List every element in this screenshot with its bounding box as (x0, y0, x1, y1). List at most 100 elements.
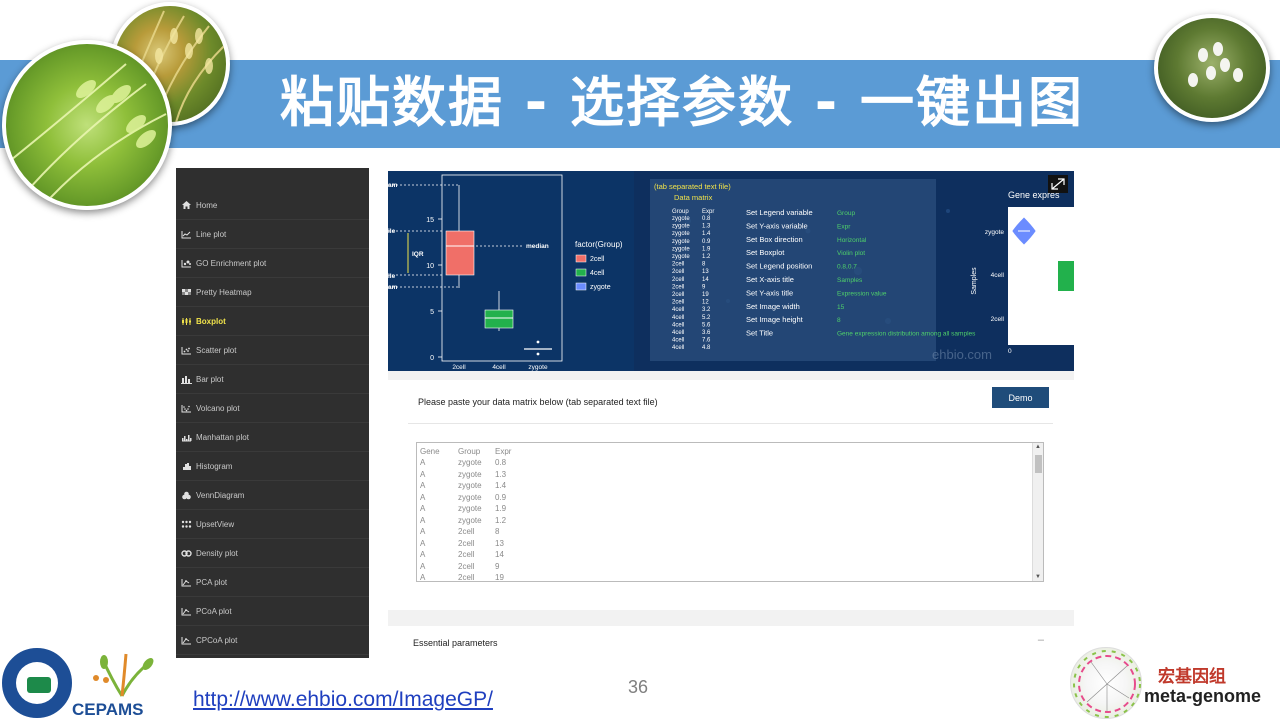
data-box-cell: 13 (702, 269, 709, 275)
data-box-cell: 2cell (672, 262, 684, 268)
data-box-cell: 2cell (672, 277, 684, 283)
feature-preview-banner: 15 10 5 0 am ile ile am IQR median 2cell… (388, 171, 1074, 371)
textarea-scrollbar[interactable]: ▲ ▼ (1032, 443, 1043, 581)
scroll-down-icon[interactable]: ▼ (1035, 574, 1041, 580)
legend-label: 4cell (590, 270, 605, 277)
slide: 粘贴数据 - 选择参数 - 一键出图 Home Line plot GO Enr… (0, 0, 1280, 720)
demo-button[interactable]: Demo (992, 387, 1049, 408)
sidebar-item-go-enrichment[interactable]: GO Enrichment plot (176, 249, 369, 278)
sidebar-item-manhattan-plot[interactable]: Manhattan plot (176, 423, 369, 452)
paste-instructions: Please paste your data matrix below (tab… (418, 397, 658, 407)
data-col-header: Expr (702, 209, 714, 215)
violin-y-label: Samples (971, 267, 978, 295)
boxplot-y-tick: 10 (426, 263, 434, 270)
setting-value: Expression value (837, 290, 887, 297)
sidebar-item-density-plot[interactable]: Density plot (176, 539, 369, 568)
data-box-cell: 4cell (672, 345, 684, 351)
histogram-icon (180, 461, 192, 471)
sidebar-item-boxplot[interactable]: Boxplot (176, 307, 369, 336)
data-box-cell: 4cell (672, 322, 684, 328)
setting-value: 15 (837, 304, 845, 311)
sidebar-item-label: Bar plot (196, 374, 224, 384)
data-box-cell: zygote (672, 239, 690, 245)
box-2cell (445, 230, 475, 276)
sidebar-item-upsetview[interactable]: UpsetView (176, 510, 369, 539)
slide-title: 粘贴数据 - 选择参数 - 一键出图 (280, 71, 1085, 134)
line-chart-icon (180, 229, 192, 239)
data-box-cell: 0.8 (702, 216, 711, 222)
sidebar-item-label: PCoA plot (196, 606, 232, 616)
meta-genome-en: meta-genome (1144, 686, 1262, 706)
essential-parameters-label: Essential parameters (413, 638, 498, 648)
setting-label: Set Image width (746, 302, 800, 311)
imagegp-link[interactable]: http://www.ehbio.com/ImageGP/ (193, 688, 493, 712)
boxplot-y-tick: 0 (430, 355, 434, 362)
sidebar-item-line-plot[interactable]: Line plot (176, 220, 369, 249)
data-input-panel: Please paste your data matrix below (tab… (388, 380, 1074, 610)
legend-swatch-zygote (575, 282, 587, 291)
setting-value: Violin plot (837, 250, 865, 257)
boxplot-x-tick: zygote (528, 364, 548, 371)
scroll-up-icon[interactable]: ▲ (1035, 444, 1041, 450)
flower-photo (1154, 14, 1270, 122)
volcano-icon (180, 403, 192, 413)
legend-swatch-4cell (575, 268, 587, 277)
data-box-cell: 2cell (672, 292, 684, 298)
data-box-cell: 2cell (672, 300, 684, 306)
legend-label: zygote (590, 284, 611, 291)
setting-value: 0.8,0.7 (837, 264, 857, 271)
setting-value: 8 (837, 317, 841, 324)
sidebar-item-venn-diagram[interactable]: VennDiagram (176, 481, 369, 510)
sidebar-item-home[interactable]: Home (176, 191, 369, 220)
sidebar-item-histogram[interactable]: Histogram (176, 452, 369, 481)
data-box-cell: 2cell (672, 284, 684, 290)
data-matrix-textarea[interactable]: Gene Group Expr Azygote 0.8 Azygote 1.3 Azyg… (416, 442, 1044, 582)
sidebar-item-pretty-heatmap[interactable]: Pretty Heatmap (176, 278, 369, 307)
sidebar-item-bar-plot[interactable]: Bar plot (176, 365, 369, 394)
data-box-cell: 5.2 (702, 315, 711, 321)
data-box-cell: 1.2 (702, 254, 711, 260)
sidebar-item-volcano-plot[interactable]: Volcano plot (176, 394, 369, 423)
legend-swatch-2cell (575, 254, 587, 263)
sidebar-item-cpcoa-plot[interactable]: CPCoA plot (176, 626, 369, 655)
setting-label: Set Y-axis variable (746, 221, 808, 230)
scroll-thumb[interactable] (1035, 455, 1042, 473)
sidebar-item-pca-plot[interactable]: PCA plot (176, 568, 369, 597)
boxplot-icon (180, 316, 192, 326)
setting-label: Set Y-axis title (746, 288, 793, 297)
scatter-icon (180, 345, 192, 355)
pcoa-icon (180, 606, 192, 616)
boxplot-x-tick: 4cell (492, 364, 506, 371)
boxplot-y-tick: 15 (426, 217, 434, 224)
wheat-photo (2, 40, 172, 210)
data-box-cell: 5.6 (702, 322, 711, 328)
data-box-cell: 2cell (672, 269, 684, 275)
collapse-icon[interactable]: – (1038, 634, 1044, 646)
data-box-cell: 19 (702, 292, 709, 298)
data-box-cell: 1.3 (702, 224, 711, 230)
sidebar-item-scatter-plot[interactable]: Scatter plot (176, 336, 369, 365)
data-box-cell: 0.9 (702, 239, 711, 245)
data-col-header: Group (672, 209, 689, 215)
setting-value: Group (837, 210, 855, 217)
data-box-cell: 1.4 (702, 231, 711, 237)
boxplot-y-tick: 5 (430, 309, 434, 316)
cpcoa-icon (180, 635, 192, 645)
watermark: ehbio.com (932, 347, 992, 362)
sidebar-item-pcoa-plot[interactable]: PCoA plot (176, 597, 369, 626)
meta-genome-cn: 宏基因组 (1158, 667, 1226, 686)
data-box-cell: 4cell (672, 338, 684, 344)
setting-value: Samples (837, 277, 863, 284)
data-box-cell: 4cell (672, 330, 684, 336)
sidebar-item-label: VennDiagram (196, 490, 245, 500)
setting-value: Gene expression distribution among all s… (837, 331, 976, 338)
setting-label: Set Boxplot (746, 248, 785, 257)
violin-x-tick: 0 (1008, 348, 1012, 355)
violin-y-tick: 4cell (991, 272, 1005, 279)
sidebar-item-label: Density plot (196, 548, 238, 558)
setting-value: Expr (837, 223, 851, 230)
pca-icon (180, 577, 192, 587)
essential-parameters-panel[interactable]: Essential parameters – (388, 626, 1074, 658)
heatmap-icon (180, 287, 192, 297)
data-box-cell: zygote (672, 216, 690, 222)
